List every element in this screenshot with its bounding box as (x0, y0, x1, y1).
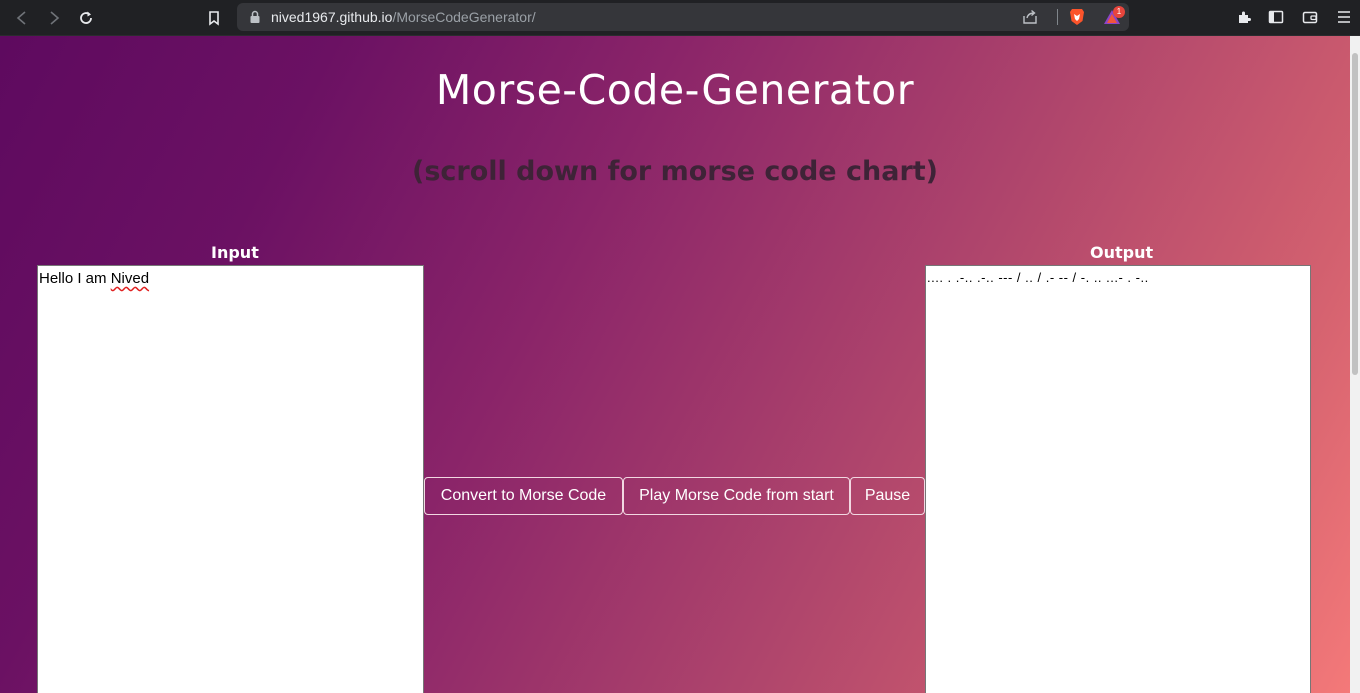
browser-toolbar: nived1967.github.io/MorseCodeGenerator/ … (0, 0, 1360, 36)
address-bar[interactable]: nived1967.github.io/MorseCodeGenerator/ … (237, 3, 1129, 31)
forward-icon[interactable] (43, 7, 65, 29)
input-textarea[interactable]: Hello I am Nived (37, 265, 424, 693)
share-icon[interactable] (1022, 9, 1038, 25)
url-text[interactable]: nived1967.github.io/MorseCodeGenerator/ (271, 9, 536, 25)
lock-icon[interactable] (249, 10, 261, 24)
input-text-misspelled: Nived (110, 270, 150, 287)
sidebar-icon[interactable] (1268, 9, 1284, 25)
page-subtitle: (scroll down for morse code chart) (411, 156, 939, 187)
reload-icon[interactable] (75, 7, 97, 29)
extensions-icon[interactable] (1236, 9, 1252, 25)
rewards-badge: 1 (1113, 6, 1125, 18)
play-button[interactable]: Play Morse Code from start (623, 477, 850, 515)
back-icon[interactable] (11, 7, 33, 29)
output-text: .... . .-.. .-.. --- / .. / .- -- / -. .… (927, 270, 1149, 285)
page-title: Morse-Code-Generator (435, 66, 915, 114)
output-label: Output (1090, 243, 1154, 262)
convert-button[interactable]: Convert to Morse Code (424, 477, 623, 515)
menu-icon[interactable] (1336, 9, 1352, 25)
wallet-icon[interactable] (1302, 9, 1318, 25)
address-bar-divider (1057, 9, 1058, 25)
input-text: Hello I am (39, 270, 111, 287)
brave-shields-icon[interactable] (1069, 8, 1085, 26)
pause-button[interactable]: Pause (850, 477, 925, 515)
scrollbar-thumb[interactable] (1352, 53, 1358, 375)
page-content: Morse-Code-Generator (scroll down for mo… (0, 36, 1350, 693)
output-textarea[interactable]: .... . .-.. .-.. --- / .. / .- -- / -. .… (925, 265, 1311, 693)
page-scrollbar[interactable] (1350, 36, 1360, 693)
url-path: /MorseCodeGenerator/ (392, 9, 536, 25)
url-host: nived1967.github.io (271, 9, 393, 25)
input-label: Input (211, 243, 259, 262)
bookmark-icon[interactable] (203, 7, 225, 29)
